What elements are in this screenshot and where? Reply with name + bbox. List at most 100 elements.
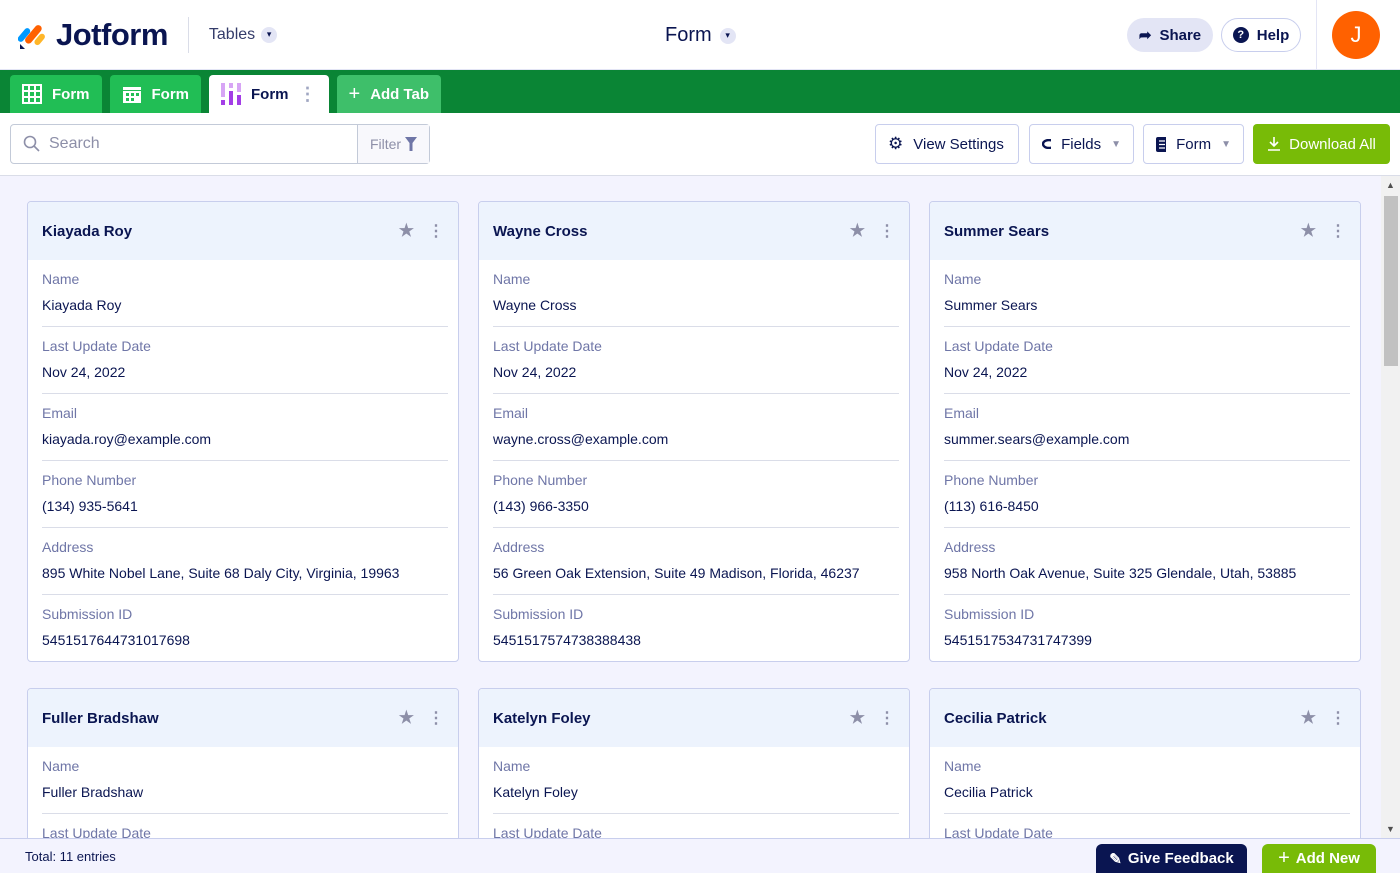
tab-form-cards[interactable]: Form ⋮: [209, 75, 329, 113]
card-field: Last Update Date Nov 24, 2022: [493, 327, 899, 394]
card-field: Last Update Date: [493, 814, 899, 838]
more-options-icon[interactable]: ⋮: [1330, 221, 1346, 241]
scrollbar-thumb[interactable]: [1384, 196, 1398, 366]
field-label: Name: [944, 758, 982, 774]
cards-icon: [221, 83, 241, 105]
entry-card[interactable]: Fuller Bradshaw ★ ⋮ Name Fuller Bradshaw…: [27, 688, 459, 838]
entry-card[interactable]: Summer Sears ★ ⋮ Name Summer Sears Last …: [929, 201, 1361, 662]
add-new-button[interactable]: + Add New: [1262, 844, 1376, 873]
chevron-down-icon: ▼: [1111, 138, 1121, 150]
field-value: 56 Green Oak Extension, Suite 49 Madison…: [493, 565, 860, 581]
tab-form-table[interactable]: Form: [10, 75, 102, 113]
field-label: Address: [944, 539, 996, 555]
view-settings-button[interactable]: ⚙ View Settings: [875, 124, 1019, 164]
avatar[interactable]: J: [1332, 11, 1380, 59]
field-value: Cecilia Patrick: [944, 784, 1033, 800]
jotform-logo[interactable]: Jotform: [18, 17, 168, 53]
field-label: Submission ID: [493, 606, 584, 622]
field-value: Nov 24, 2022: [42, 364, 126, 380]
card-field: Last Update Date Nov 24, 2022: [42, 327, 448, 394]
card-field: Email kiayada.roy@example.com: [42, 394, 448, 461]
field-label: Name: [493, 758, 531, 774]
field-label: Email: [493, 405, 529, 421]
star-icon[interactable]: ★: [1301, 221, 1316, 241]
entry-card[interactable]: Cecilia Patrick ★ ⋮ Name Cecilia Patrick…: [929, 688, 1361, 838]
filter-button[interactable]: Filter: [357, 125, 429, 163]
card-title: Katelyn Foley: [493, 709, 591, 727]
card-title: Summer Sears: [944, 222, 1050, 240]
field-value: (134) 935-5641: [42, 498, 138, 514]
form-label: Form: [1176, 135, 1212, 153]
give-feedback-button[interactable]: ✎ Give Feedback: [1096, 844, 1247, 873]
card-field: Last Update Date Nov 24, 2022: [944, 327, 1350, 394]
app-switcher[interactable]: Tables ▾: [208, 25, 278, 44]
card-field: Name Summer Sears: [944, 260, 1350, 327]
share-button[interactable]: ➦ Share: [1127, 18, 1213, 52]
field-label: Last Update Date: [493, 338, 602, 354]
field-label: Name: [944, 271, 982, 287]
eye-icon: [1042, 139, 1052, 149]
card-field: Submission ID 5451517534731747399: [944, 595, 1350, 661]
card-field: Name Katelyn Foley: [493, 747, 899, 814]
gear-icon: ⚙: [888, 134, 904, 153]
more-options-icon[interactable]: ⋮: [879, 221, 895, 241]
scrollbar[interactable]: ▲ ▼: [1381, 176, 1400, 838]
card-header: Wayne Cross ★ ⋮: [479, 202, 909, 260]
total-entries: Total: 11 entries: [25, 849, 116, 864]
card-title: Wayne Cross: [493, 222, 588, 240]
chevron-down-icon: ▾: [719, 27, 736, 44]
field-label: Name: [42, 758, 80, 774]
form-title: Form: [665, 24, 712, 46]
field-value: Nov 24, 2022: [944, 364, 1028, 380]
tab-form-calendar[interactable]: Form: [109, 75, 201, 113]
card-field: Last Update Date: [42, 814, 448, 838]
download-all-label: Download All: [1289, 135, 1376, 153]
search-input[interactable]: Search Filter: [10, 124, 430, 164]
card-header: Summer Sears ★ ⋮: [930, 202, 1360, 260]
field-value: (113) 616-8450: [944, 498, 1039, 514]
entry-card[interactable]: Kiayada Roy ★ ⋮ Name Kiayada Roy Last Up…: [27, 201, 459, 662]
star-icon[interactable]: ★: [850, 708, 865, 728]
share-icon: ➦: [1138, 27, 1152, 44]
more-options-icon[interactable]: ⋮: [428, 221, 444, 241]
scroll-up-icon[interactable]: ▲: [1386, 180, 1395, 190]
field-label: Phone Number: [42, 472, 137, 488]
more-options-icon[interactable]: ⋮: [1330, 708, 1346, 728]
form-dropdown[interactable]: Form ▼: [1143, 124, 1244, 164]
more-options-icon[interactable]: ⋮: [428, 708, 444, 728]
card-title: Kiayada Roy: [42, 222, 133, 240]
card-field: Phone Number (143) 966-3350: [493, 461, 899, 528]
tab-label: Form: [151, 85, 190, 103]
divider: [1316, 0, 1317, 70]
fields-label: Fields: [1061, 135, 1102, 153]
form-icon: [1156, 136, 1167, 152]
entry-card[interactable]: Wayne Cross ★ ⋮ Name Wayne Cross Last Up…: [478, 201, 910, 662]
top-header: Jotform Tables ▾ Form ▾ ➦ Share ? Help J: [0, 0, 1400, 70]
card-field: Name Wayne Cross: [493, 260, 899, 327]
fields-dropdown[interactable]: Fields ▼: [1029, 124, 1134, 164]
more-options-icon[interactable]: ⋮: [879, 708, 895, 728]
card-field: Submission ID 5451517574738388438: [493, 595, 899, 661]
field-label: Phone Number: [944, 472, 1039, 488]
card-header: Fuller Bradshaw ★ ⋮: [28, 689, 458, 747]
view-settings-label: View Settings: [913, 135, 1004, 153]
help-button[interactable]: ? Help: [1221, 18, 1301, 52]
star-icon[interactable]: ★: [1301, 708, 1316, 728]
field-label: Address: [42, 539, 94, 555]
scroll-down-icon[interactable]: ▼: [1386, 824, 1395, 834]
more-options-icon[interactable]: ⋮: [299, 84, 317, 105]
field-label: Submission ID: [42, 606, 133, 622]
field-value: Summer Sears: [944, 297, 1038, 313]
form-title-dropdown[interactable]: Form ▾: [665, 24, 736, 47]
app-switcher-label: Tables: [208, 25, 256, 43]
add-tab-button[interactable]: + Add Tab: [336, 75, 442, 113]
star-icon[interactable]: ★: [399, 708, 414, 728]
entry-card[interactable]: Katelyn Foley ★ ⋮ Name Katelyn Foley Las…: [478, 688, 910, 838]
star-icon[interactable]: ★: [850, 221, 865, 241]
field-label: Last Update Date: [944, 338, 1053, 354]
help-icon: ?: [1232, 27, 1249, 43]
field-label: Last Update Date: [42, 825, 151, 838]
download-all-button[interactable]: Download All: [1253, 124, 1390, 164]
star-icon[interactable]: ★: [399, 221, 414, 241]
field-value: Kiayada Roy: [42, 297, 122, 313]
